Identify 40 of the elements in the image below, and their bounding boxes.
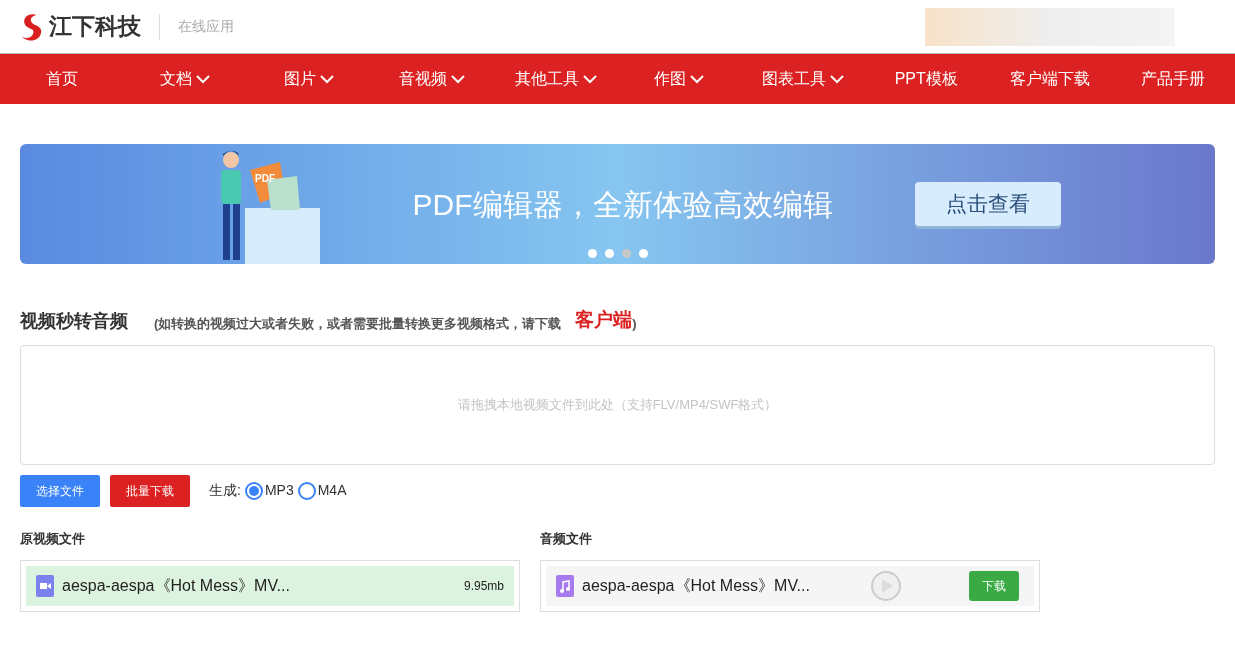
nav-item[interactable]: 首页 <box>0 67 124 91</box>
download-button[interactable]: 下载 <box>969 571 1019 601</box>
section-heading: 音频文件 <box>540 529 593 548</box>
banner-headline: PDF编辑器，全新体验高效编辑 <box>412 186 833 223</box>
promo-banner[interactable]: PDF PDF编辑器，全新体验高效编辑 点击查看 <box>20 144 1215 264</box>
file-row: aespa-aespa《Hot Mess》MV... 下载 <box>546 566 1034 606</box>
choose-file-button[interactable]: 选择文件 <box>20 474 100 507</box>
nav-item[interactable]: 作图 <box>617 67 741 91</box>
video-file-icon <box>36 575 54 597</box>
play-icon[interactable] <box>869 570 902 602</box>
nav-item[interactable]: 其他工具 <box>494 67 618 91</box>
person-with-documents-drawing: PDF <box>205 148 335 264</box>
view-button[interactable]: 点击查看 <box>915 182 1061 226</box>
audio-file-icon <box>556 575 574 597</box>
tool-note: (如转换的视频过大或者失败，或者需要批量转换更多视频格式，请下载 <box>154 315 562 333</box>
format-radio[interactable]: MP3 <box>244 480 294 501</box>
format-radio[interactable]: M4A <box>297 480 347 501</box>
site-subtitle: 在线应用 <box>178 17 234 36</box>
section-heading: 原视频文件 <box>20 529 86 548</box>
nav-item[interactable]: 音视频 <box>370 67 494 91</box>
nav-item[interactable]: 产品手册 <box>1111 67 1235 91</box>
format-label: 生成: <box>209 481 241 500</box>
tool-title: 视频秒转音频 <box>20 309 128 333</box>
brand-name: 江下科技 <box>49 12 141 42</box>
file-row: aespa-aespa《Hot Mess》MV... 9.95mb <box>26 566 514 606</box>
nav-item[interactable]: 文档 <box>123 67 247 91</box>
nav-item[interactable]: 客户端下载 <box>988 67 1112 91</box>
nav-item[interactable]: PPT模板 <box>864 67 988 91</box>
chevron-down-icon <box>319 74 334 84</box>
chevron-down-icon <box>690 74 705 84</box>
chevron-down-icon <box>829 74 844 84</box>
nav-item[interactable]: 图片 <box>247 67 371 91</box>
nav-item[interactable]: 图表工具 <box>741 67 865 91</box>
chevron-down-icon <box>451 74 466 84</box>
chevron-down-icon <box>582 74 597 84</box>
client-link[interactable]: 客户端 <box>575 306 633 335</box>
batch-download-button[interactable]: 批量下载 <box>110 474 190 507</box>
chevron-down-icon <box>196 74 211 84</box>
file-size: 9.95mb <box>463 578 504 595</box>
tool-note-end: ) <box>632 316 637 333</box>
